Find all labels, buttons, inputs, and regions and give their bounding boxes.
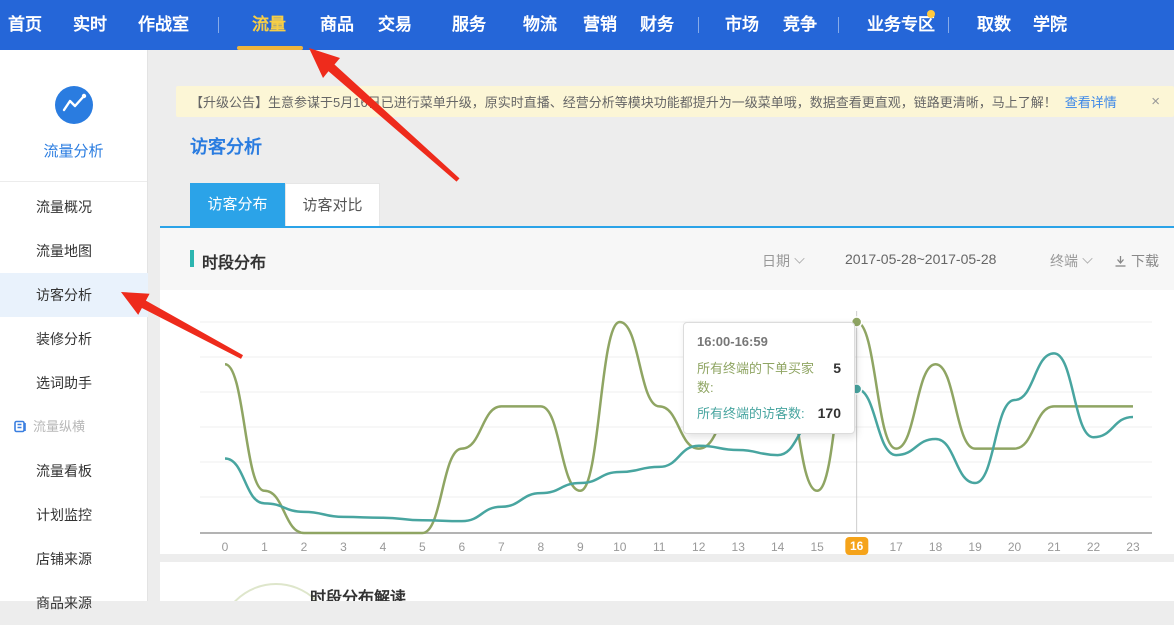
nav-item-7[interactable]: 物流 <box>523 0 557 50</box>
nav-active-underline <box>237 46 303 50</box>
nav-item-6[interactable]: 服务 <box>452 0 486 50</box>
banner-detail-link[interactable]: 查看详情 <box>1065 92 1117 111</box>
nav-item-3-active[interactable]: 流量 <box>252 0 286 50</box>
tooltip-row-1: 所有终端的访客数: 170 <box>697 403 841 422</box>
tab-visitor-compare[interactable]: 访客对比 <box>285 183 380 226</box>
section-accent-bar <box>190 250 194 267</box>
date-range-value[interactable]: 2017-05-28~2017-05-28 <box>845 251 996 267</box>
tooltip-value: 5 <box>833 360 841 376</box>
download-button[interactable]: 下载 <box>1114 251 1159 271</box>
nav-item-5[interactable]: 交易 <box>378 0 412 50</box>
tooltip-label: 所有终端的下单买家数: <box>697 358 827 396</box>
tooltip-label: 所有终端的访客数: <box>697 403 805 422</box>
chart-card-header <box>160 228 1174 290</box>
nav-item-12[interactable]: 业务专区 <box>867 0 935 50</box>
nav-item-8[interactable]: 营销 <box>583 0 617 50</box>
sidebar-item-1[interactable]: 流量地图 <box>0 229 148 273</box>
nav-divider <box>948 17 949 33</box>
sidebar-item-8[interactable]: 店铺来源 <box>0 537 148 581</box>
chevron-down-icon <box>1082 253 1092 263</box>
banner-text: 【升级公告】生意参谋于5月16日已进行菜单升级，原实时直播、经营分析等模块功能都… <box>190 92 1057 111</box>
tooltip-value: 170 <box>818 405 841 421</box>
chart-tooltip: 16:00-16:59 所有终端的下单买家数: 5 所有终端的访客数: 170 <box>683 322 855 434</box>
nav-item-14[interactable]: 学院 <box>1033 0 1067 50</box>
insight-card: 时段分布解读 <box>160 562 1174 601</box>
nav-item-11[interactable]: 竞争 <box>783 0 817 50</box>
sidebar-title: 流量分析 <box>0 140 147 161</box>
sidebar: 流量分析 流量概况流量地图访客分析装修分析选词助手流量纵横流量看板计划监控店铺来… <box>0 50 148 601</box>
nav-item-1[interactable]: 实时 <box>73 0 107 50</box>
sidebar-item-0[interactable]: 流量概况 <box>0 185 148 229</box>
nav-item-2[interactable]: 作战室 <box>138 0 189 50</box>
nav-divider <box>218 17 219 33</box>
page-title: 访客分析 <box>190 133 262 159</box>
nav-item-4[interactable]: 商品 <box>320 0 354 50</box>
insight-title: 时段分布解读 <box>310 584 406 601</box>
section-title: 时段分布 <box>202 249 266 273</box>
nav-item-0[interactable]: 首页 <box>8 0 42 50</box>
tooltip-time-range: 16:00-16:59 <box>697 334 841 349</box>
terminal-dropdown[interactable]: 终端 <box>1050 251 1092 271</box>
nav-divider <box>838 17 839 33</box>
nav-divider <box>698 17 699 33</box>
top-nav: 首页实时作战室 流量商品交易服务物流营销财务 市场竞争业务专区取数学院 <box>0 0 1174 50</box>
sidebar-item-6[interactable]: 流量看板 <box>0 449 148 493</box>
notification-dot <box>927 10 935 18</box>
sidebar-item-4[interactable]: 选词助手 <box>0 361 148 405</box>
tab-visitor-distribution[interactable]: 访客分布 <box>190 183 285 226</box>
upgrade-banner: 【升级公告】生意参谋于5月16日已进行菜单升级，原实时直播、经营分析等模块功能都… <box>176 86 1174 117</box>
sidebar-header[interactable]: 流量分析 <box>0 50 147 182</box>
sidebar-item-7[interactable]: 计划监控 <box>0 493 148 537</box>
sidebar-item-5[interactable]: 流量纵横 <box>0 405 148 449</box>
sidebar-item-3[interactable]: 装修分析 <box>0 317 148 361</box>
sidebar-item-9[interactable]: 商品来源 <box>0 581 148 625</box>
chevron-down-icon <box>794 253 804 263</box>
ledger-icon <box>14 420 27 433</box>
nav-item-13[interactable]: 取数 <box>977 0 1011 50</box>
tooltip-row-0: 所有终端的下单买家数: 5 <box>697 358 841 396</box>
traffic-analysis-icon <box>55 86 93 124</box>
sidebar-item-2-active[interactable]: 访客分析 <box>0 273 148 317</box>
date-dropdown[interactable]: 日期 <box>762 251 804 271</box>
nav-item-10[interactable]: 市场 <box>725 0 759 50</box>
download-icon <box>1114 255 1127 268</box>
nav-item-9[interactable]: 财务 <box>640 0 674 50</box>
close-icon[interactable]: × <box>1149 93 1162 110</box>
